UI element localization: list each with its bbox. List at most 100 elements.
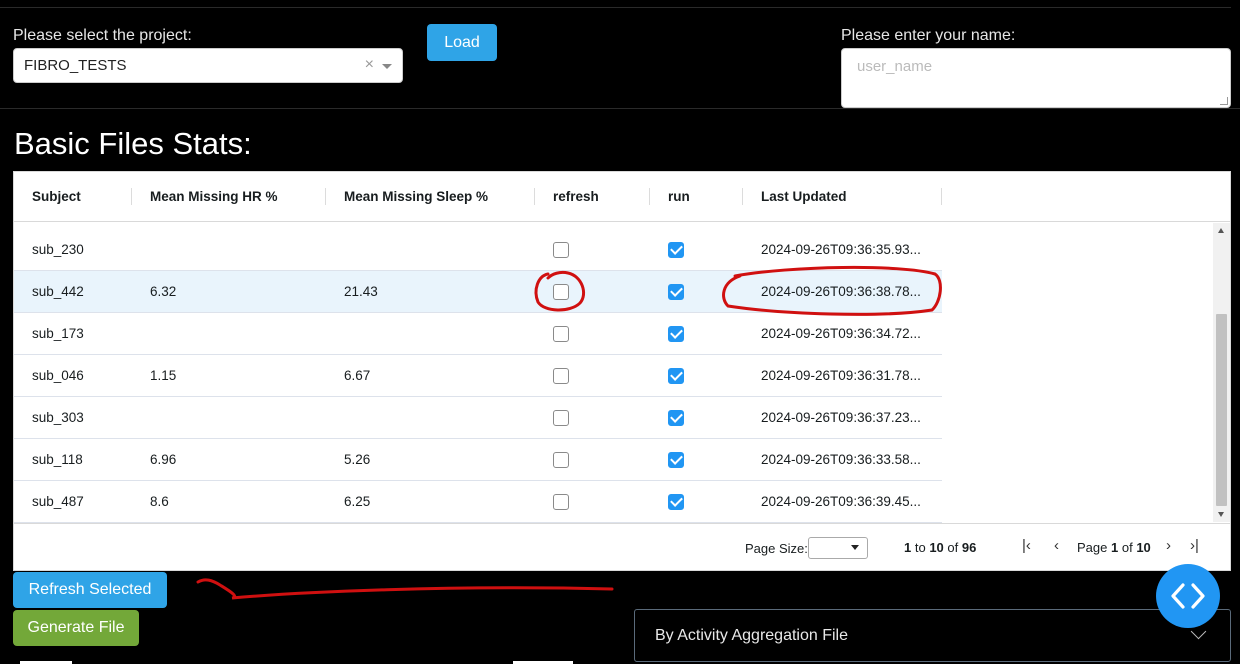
page-word: Page — [1077, 540, 1108, 555]
refresh-checkbox[interactable] — [553, 368, 569, 384]
chevron-down-icon[interactable] — [382, 64, 392, 69]
annotation-underline-arrow — [196, 578, 614, 600]
cell-mean-missing-hr: 6.32 — [150, 284, 177, 299]
cell-mean-missing-sleep: 6.25 — [344, 494, 371, 509]
aggregation-file-select[interactable]: By Activity Aggregation File — [634, 609, 1231, 662]
column-separator[interactable] — [325, 188, 326, 205]
clear-icon[interactable]: × — [365, 56, 374, 74]
chevron-down-icon — [851, 545, 859, 550]
table-row[interactable]: sub_487 8.6 6.25 2024-09-26T09:36:39.45... — [14, 481, 942, 523]
row-total: 96 — [961, 540, 977, 555]
scroll-down-icon[interactable] — [1218, 512, 1224, 517]
code-brackets-icon — [1171, 583, 1205, 609]
cell-mean-missing-hr: 6.96 — [150, 452, 177, 467]
table-row[interactable]: sub_173 2024-09-26T09:36:34.72... — [14, 313, 942, 355]
column-separator[interactable] — [742, 188, 743, 205]
scroll-up-icon[interactable] — [1218, 228, 1224, 233]
files-stats-table: Subject Mean Missing HR % Mean Missing S… — [13, 171, 1231, 571]
cell-subject: sub_487 — [32, 494, 84, 509]
page-total: 10 — [1136, 540, 1151, 555]
refresh-selected-button[interactable]: Refresh Selected — [13, 572, 167, 608]
cell-subject: sub_173 — [32, 326, 84, 341]
column-separator[interactable] — [941, 188, 942, 205]
cell-subject: sub_442 — [32, 284, 84, 299]
of-word: of — [1121, 540, 1133, 555]
cell-mean-missing-sleep: 6.67 — [344, 368, 371, 383]
cell-mean-missing-hr: 1.15 — [150, 368, 177, 383]
of-word: of — [947, 540, 959, 555]
table-row[interactable]: sub_442 6.32 21.43 2024-09-26T09:36:38.78..… — [14, 271, 942, 313]
page-title: Basic Files Stats: — [14, 126, 252, 161]
resize-handle-icon[interactable] — [1220, 97, 1228, 105]
previous-page-icon[interactable]: ‹ — [1054, 537, 1059, 554]
column-separator[interactable] — [649, 188, 650, 205]
table-row[interactable]: sub_046 1.15 6.67 2024-09-26T09:36:31.78... — [14, 355, 942, 397]
column-header-refresh[interactable]: refresh — [553, 172, 599, 222]
cell-mean-missing-hr: 8.6 — [150, 494, 169, 509]
cell-subject: sub_303 — [32, 410, 84, 425]
next-page-icon[interactable]: › — [1166, 537, 1171, 554]
table-row[interactable]: sub_303 2024-09-26T09:36:37.23... — [14, 397, 942, 439]
cell-last-updated: 2024-09-26T09:36:33.58... — [761, 452, 921, 467]
refresh-checkbox[interactable] — [553, 410, 569, 426]
code-toggle-button[interactable] — [1156, 564, 1220, 628]
column-separator[interactable] — [534, 188, 535, 205]
column-header-mean-missing-sleep[interactable]: Mean Missing Sleep % — [344, 172, 488, 222]
project-label: Please select the project: — [13, 27, 192, 44]
table-body: sub_230 2024-09-26T09:36:35.93... sub_442 6… — [14, 223, 942, 523]
cell-last-updated: 2024-09-26T09:36:34.72... — [761, 326, 921, 341]
row-count-summary: 1 to 10 of 96 — [904, 540, 976, 555]
name-label: Please enter your name: — [841, 27, 1016, 44]
cell-last-updated: 2024-09-26T09:36:35.93... — [761, 242, 921, 257]
table-row[interactable]: sub_230 2024-09-26T09:36:35.93... — [14, 229, 942, 271]
cell-last-updated: 2024-09-26T09:36:37.23... — [761, 410, 921, 425]
section-divider — [0, 108, 1240, 109]
run-checkbox[interactable] — [668, 242, 684, 258]
column-header-run[interactable]: run — [668, 172, 690, 222]
page-indicator: Page 1 of 10 — [1077, 540, 1151, 555]
refresh-checkbox[interactable] — [553, 452, 569, 468]
run-checkbox[interactable] — [668, 284, 684, 300]
column-header-mean-missing-hr[interactable]: Mean Missing HR % — [150, 172, 278, 222]
page-current: 1 — [1111, 540, 1119, 555]
cell-last-updated: 2024-09-26T09:36:38.78... — [761, 284, 921, 299]
page-size-select[interactable] — [808, 537, 868, 559]
column-header-subject[interactable]: Subject — [32, 172, 81, 222]
load-button[interactable]: Load — [427, 24, 497, 61]
generate-file-button[interactable]: Generate File — [13, 610, 139, 646]
run-checkbox[interactable] — [668, 326, 684, 342]
project-select-value: FIBRO_TESTS — [24, 57, 127, 74]
refresh-checkbox[interactable] — [553, 494, 569, 510]
aggregation-file-value: By Activity Aggregation File — [655, 627, 848, 644]
first-page-icon[interactable]: |‹ — [1022, 537, 1031, 554]
cell-last-updated: 2024-09-26T09:36:31.78... — [761, 368, 921, 383]
cell-mean-missing-sleep: 5.26 — [344, 452, 371, 467]
cell-mean-missing-sleep: 21.43 — [344, 284, 378, 299]
run-checkbox[interactable] — [668, 368, 684, 384]
refresh-checkbox[interactable] — [553, 284, 569, 300]
cell-subject: sub_118 — [32, 452, 83, 467]
run-checkbox[interactable] — [668, 452, 684, 468]
user-name-input[interactable]: user_name — [841, 48, 1231, 108]
run-checkbox[interactable] — [668, 410, 684, 426]
run-checkbox[interactable] — [668, 494, 684, 510]
refresh-checkbox[interactable] — [553, 242, 569, 258]
refresh-checkbox[interactable] — [553, 326, 569, 342]
page-size-label: Page Size: — [745, 541, 808, 556]
row-to: 10 — [929, 540, 944, 555]
user-name-placeholder: user_name — [857, 58, 933, 75]
last-page-icon[interactable]: ›| — [1190, 537, 1199, 554]
cell-last-updated: 2024-09-26T09:36:39.45... — [761, 494, 921, 509]
table-row[interactable]: sub_118 6.96 5.26 2024-09-26T09:36:33.58... — [14, 439, 942, 481]
to-word: to — [914, 540, 926, 555]
project-select[interactable]: FIBRO_TESTS × — [13, 48, 403, 83]
scrollbar-thumb[interactable] — [1216, 314, 1227, 506]
table-header: Subject Mean Missing HR % Mean Missing S… — [14, 172, 1230, 222]
column-header-last-updated[interactable]: Last Updated — [761, 172, 847, 222]
top-divider — [0, 7, 1231, 8]
cell-subject: sub_230 — [32, 242, 84, 257]
cell-subject: sub_046 — [32, 368, 84, 383]
pagination-bar: Page Size: 1 to 10 of 96 |‹ ‹ Page 1 of … — [14, 523, 1230, 571]
column-separator[interactable] — [131, 188, 132, 205]
vertical-scrollbar[interactable] — [1213, 223, 1230, 522]
